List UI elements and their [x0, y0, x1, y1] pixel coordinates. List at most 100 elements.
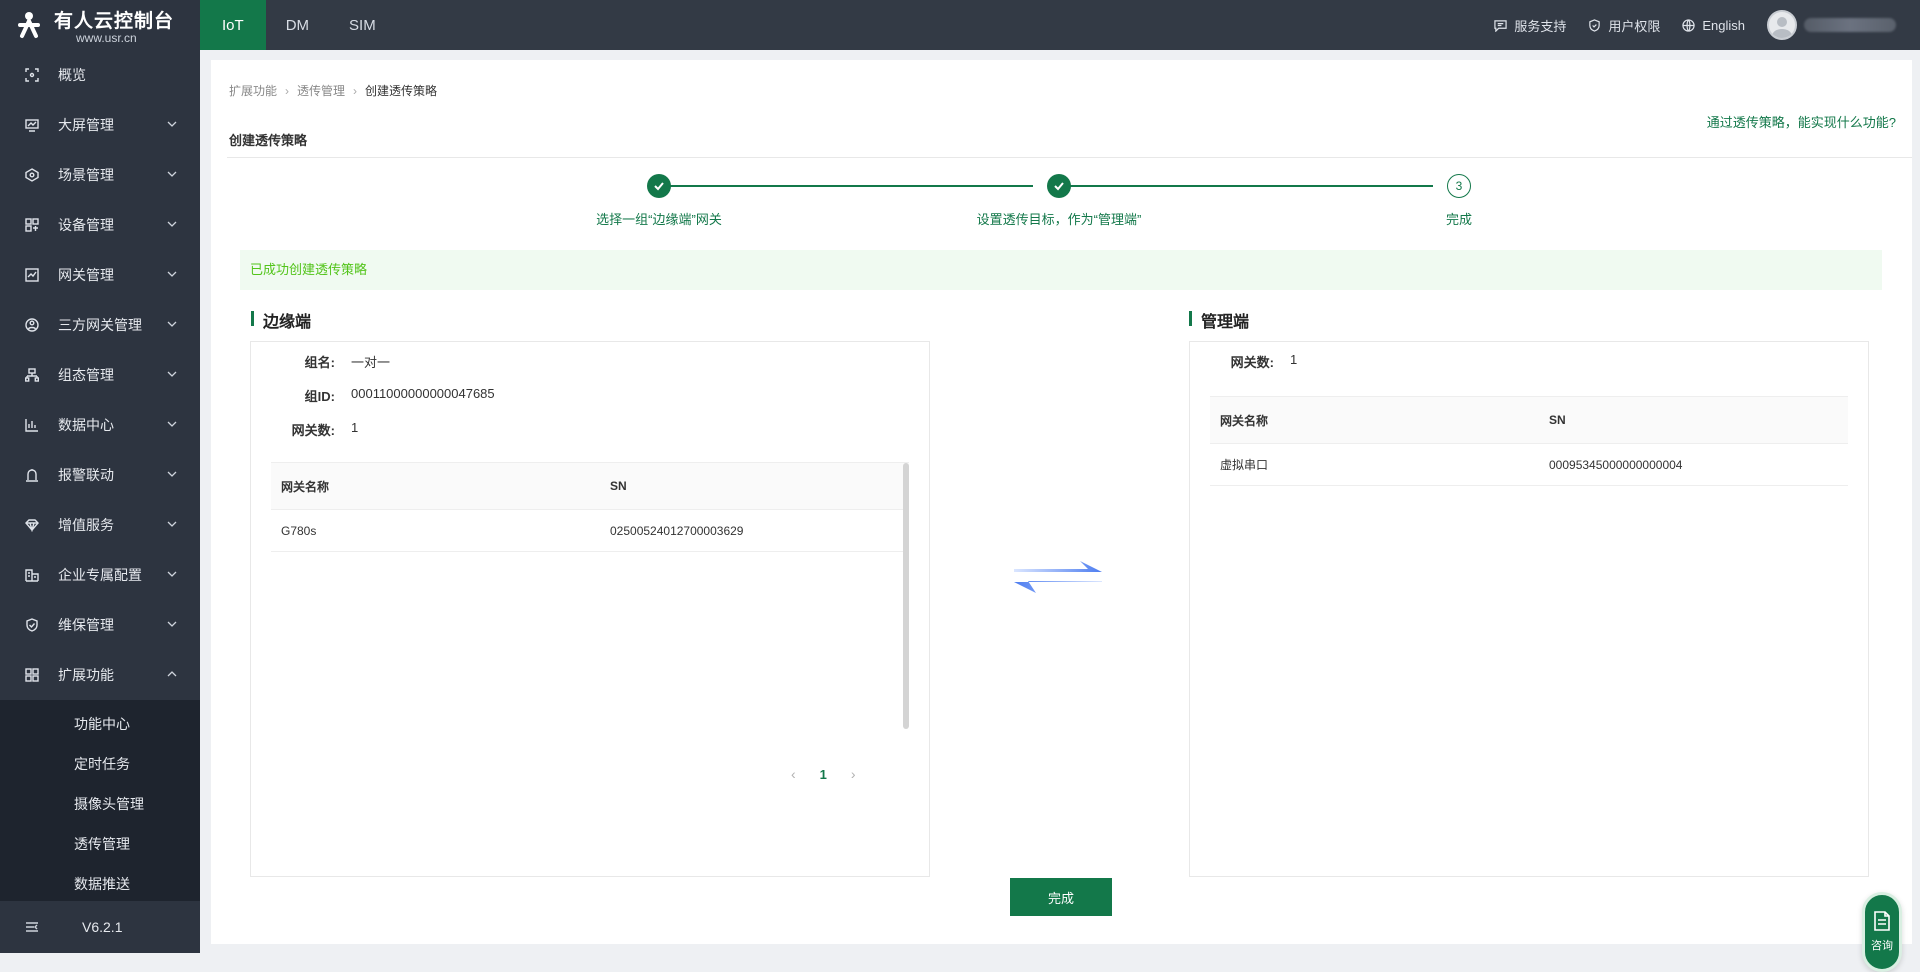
page-title: 创建透传策略 — [229, 133, 308, 148]
table-header: 网关名称 SN — [1210, 397, 1848, 444]
chevron-down-icon — [167, 471, 177, 477]
maintenance-icon — [24, 617, 40, 633]
sidebar-item-label: 网关管理 — [58, 267, 114, 283]
device-icon — [24, 217, 40, 233]
language-switch[interactable]: English — [1682, 18, 1745, 33]
collapse-menu-icon[interactable] — [24, 919, 40, 935]
logo-person-icon — [12, 8, 46, 42]
sidebar-item-data-center[interactable]: 数据中心 — [0, 400, 200, 450]
username-redacted — [1804, 18, 1896, 32]
check-icon — [1054, 182, 1064, 191]
sidebar-item-overview[interactable]: 概览 — [0, 50, 200, 100]
sidebar-item-enterprise[interactable]: 企业专属配置 — [0, 550, 200, 600]
chevron-right-icon: › — [353, 83, 358, 98]
extension-icon — [24, 667, 40, 683]
sidebar-item-alarm[interactable]: 报警联动 — [0, 450, 200, 500]
data-center-icon — [24, 417, 40, 433]
extension-submenu: 功能中心 定时任务 摄像头管理 透传管理 数据推送 — [0, 700, 200, 908]
field-value: 00011000000000047685 — [351, 386, 495, 401]
chevron-down-icon — [167, 621, 177, 627]
user-permissions-label: 用户权限 — [1608, 18, 1661, 34]
chevron-down-icon — [167, 171, 177, 177]
main-content: 扩展功能 › 透传管理 › 创建透传策略 创建透传策略 通过透传策略，能实现什么… — [211, 60, 1912, 972]
column-header: SN — [610, 479, 627, 493]
submenu-item-camera-management[interactable]: 摄像头管理 — [0, 784, 200, 824]
submenu-item-data-push[interactable]: 数据推送 — [0, 864, 200, 904]
edge-group-id: 组ID: 00011000000000047685 — [251, 386, 495, 405]
chevron-down-icon — [167, 271, 177, 277]
sidebar-item-scene[interactable]: 场景管理 — [0, 150, 200, 200]
sidebar-item-screen[interactable]: 大屏管理 — [0, 100, 200, 150]
sidebar-item-third-party-gateway[interactable]: 三方网关管理 — [0, 300, 200, 350]
chevron-down-icon — [167, 521, 177, 527]
step-connector — [659, 185, 1033, 187]
sidebar-item-configuration[interactable]: 组态管理 — [0, 350, 200, 400]
sidebar-item-gateway[interactable]: 网关管理 — [0, 250, 200, 300]
configuration-icon — [24, 367, 40, 383]
third-party-gateway-icon — [24, 317, 40, 333]
breadcrumb-item[interactable]: 扩展功能 — [229, 82, 277, 99]
help-link[interactable]: 通过透传策略，能实现什么功能? — [1707, 112, 1896, 131]
sidebar-item-label: 企业专属配置 — [58, 567, 142, 583]
tab-dm[interactable]: DM — [266, 0, 329, 50]
sidebar-item-label: 设备管理 — [58, 217, 114, 233]
step-connector — [1059, 185, 1433, 187]
sidebar-footer: V6.2.1 — [0, 901, 200, 953]
sidebar-item-value-added[interactable]: 增值服务 — [0, 500, 200, 550]
scene-icon — [24, 167, 40, 183]
breadcrumb-item[interactable]: 透传管理 — [297, 82, 345, 99]
chat-icon — [1494, 19, 1508, 32]
sidebar-item-label: 场景管理 — [58, 167, 114, 183]
chevron-right-icon: › — [285, 83, 290, 98]
column-header: 网关名称 — [1220, 413, 1269, 428]
exchange-arrows-icon — [1014, 561, 1102, 593]
table-row[interactable]: G780s 02500524012700003629 — [271, 510, 909, 552]
pagination: ‹ 1 › — [791, 766, 856, 782]
success-message: 已成功创建透传策略 — [240, 250, 1882, 290]
chevron-down-icon — [167, 371, 177, 377]
tab-iot[interactable]: IoT — [200, 0, 266, 50]
sidebar-item-maintenance[interactable]: 维保管理 — [0, 600, 200, 650]
submenu-item-scheduled-tasks[interactable]: 定时任务 — [0, 744, 200, 784]
field-value: 1 — [351, 420, 359, 435]
field-key: 网关数: — [1230, 355, 1274, 370]
field-key: 网关数: — [291, 423, 335, 438]
topbar: IoT DM SIM 服务支持 用户权限 English — [200, 0, 1920, 50]
field-key: 组名: — [304, 355, 335, 370]
step-3-node: 3 — [1447, 174, 1471, 198]
edge-gateway-table: 网关名称 SN G780s 02500524012700003629 — [271, 462, 909, 552]
table-row[interactable]: 虚拟串口 00095345000000000004 — [1210, 444, 1848, 486]
avatar — [1767, 10, 1797, 40]
table-scrollbar[interactable] — [903, 463, 909, 729]
sidebar-item-label: 概览 — [58, 67, 86, 83]
submenu-item-passthrough-management[interactable]: 透传管理 — [0, 824, 200, 864]
breadcrumb-current: 创建透传策略 — [365, 84, 438, 98]
page-number[interactable]: 1 — [820, 767, 827, 782]
consult-button[interactable]: 咨询 — [1862, 892, 1902, 972]
submenu-item-function-center[interactable]: 功能中心 — [0, 704, 200, 744]
sidebar-item-extension[interactable]: 扩展功能 — [0, 650, 200, 700]
sidebar-item-device[interactable]: 设备管理 — [0, 200, 200, 250]
sidebar-item-label: 报警联动 — [58, 467, 114, 483]
sidebar-item-label: 扩展功能 — [58, 667, 114, 683]
logo[interactable]: 有人云控制台 www.usr.cn — [0, 0, 200, 50]
service-support-link[interactable]: 服务支持 — [1494, 16, 1566, 35]
column-header: 网关名称 — [281, 479, 330, 494]
edge-group-name: 组名: 一对一 — [251, 352, 390, 371]
sidebar-item-label: 数据中心 — [58, 417, 114, 433]
step-3-label: 完成 — [1445, 212, 1473, 227]
tab-sim[interactable]: SIM — [329, 0, 396, 50]
user-menu[interactable] — [1767, 10, 1896, 40]
sidebar-item-label: 增值服务 — [58, 517, 114, 533]
table-cell: G780s — [281, 523, 317, 538]
language-label: English — [1702, 17, 1745, 33]
step-2-label: 设置透传目标，作为“管理端” — [976, 212, 1142, 227]
sidebar-item-label: 维保管理 — [58, 617, 114, 633]
prev-page-icon[interactable]: ‹ — [791, 766, 796, 782]
next-page-icon[interactable]: › — [851, 766, 856, 782]
finish-button[interactable]: 完成 — [1010, 878, 1112, 916]
screen-icon — [24, 117, 40, 133]
value-added-icon — [24, 517, 40, 533]
user-permissions-link[interactable]: 用户权限 — [1588, 16, 1660, 35]
alarm-icon — [24, 467, 40, 483]
